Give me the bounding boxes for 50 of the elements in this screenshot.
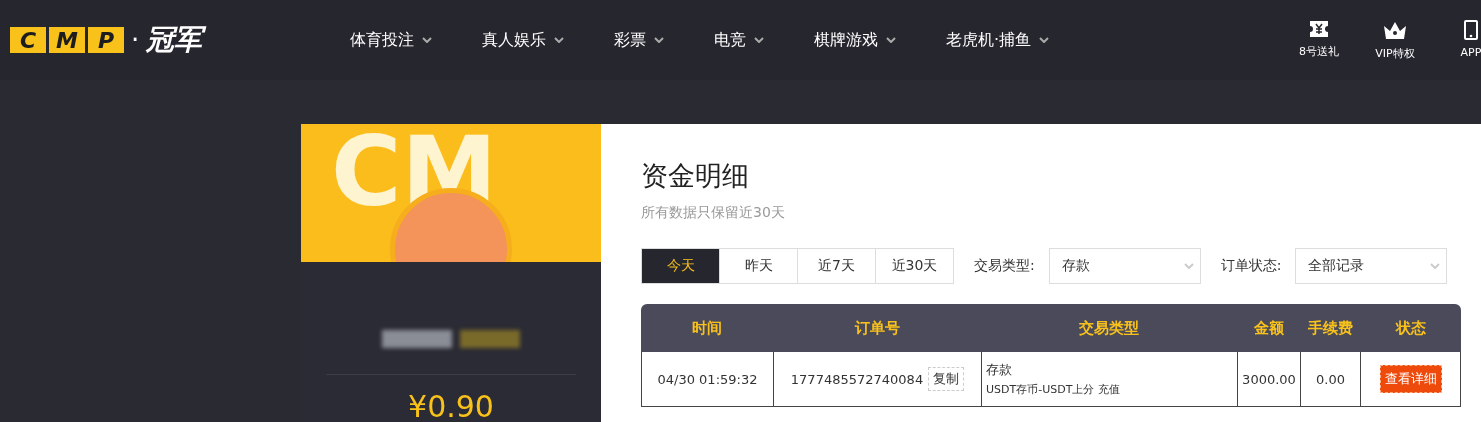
column-header: 交易类型 <box>981 304 1237 352</box>
copy-button[interactable]: 复制 <box>928 367 965 391</box>
chevron-down-icon <box>886 37 896 43</box>
date-tab[interactable]: 近7天 <box>797 248 876 284</box>
table-cell: 0.00 <box>1300 352 1360 407</box>
yen-ticket-icon <box>1309 19 1329 38</box>
filter-select[interactable]: 全部记录 <box>1295 248 1448 284</box>
nav-item[interactable]: 真人娱乐 <box>482 29 614 51</box>
nav-item[interactable]: 电竞 <box>714 29 814 51</box>
chevron-down-icon <box>1039 37 1050 43</box>
nav-item[interactable]: 体育投注 <box>350 29 482 51</box>
date-tab[interactable]: 昨天 <box>719 248 798 284</box>
chevron-down-icon <box>1430 263 1441 269</box>
header-link[interactable]: VIP特权 <box>1371 19 1419 61</box>
column-header: 时间 <box>641 304 773 352</box>
table-cell: 3000.00 <box>1237 352 1300 407</box>
filter-label: 交易类型: <box>974 257 1035 275</box>
header-link[interactable]: APP <box>1447 19 1481 61</box>
chevron-down-icon <box>654 37 664 43</box>
logo-letter: M <box>49 27 85 53</box>
filter-select[interactable]: 存款 <box>1048 248 1201 284</box>
chevron-down-icon <box>754 37 764 43</box>
filter-label: 订单状态: <box>1220 257 1282 275</box>
column-header: 手续费 <box>1300 304 1360 352</box>
blurred-badge <box>460 330 520 348</box>
nav-item[interactable]: 棋牌游戏 <box>814 29 946 51</box>
blurred-username <box>382 330 452 348</box>
chevron-down-icon <box>554 37 564 43</box>
date-tab[interactable]: 近30天 <box>875 248 954 284</box>
order-number: 1777485572740084 <box>790 371 924 387</box>
balance-amount: ¥0.90 <box>408 389 494 422</box>
view-details-button[interactable]: 查看详细 <box>1379 365 1442 393</box>
logo-letter: P <box>88 27 124 53</box>
nav-item[interactable]: 老虎机·捕鱼 <box>946 29 1100 51</box>
date-tab[interactable]: 今天 <box>641 248 720 284</box>
chevron-down-icon <box>422 37 432 43</box>
transaction-detail: USDT存币-USDT上分 充值 <box>986 382 1120 397</box>
transaction-type: 存款 <box>986 361 1013 379</box>
column-header: 金额 <box>1237 304 1300 352</box>
page-subtitle: 所有数据只保留近30天 <box>641 204 786 222</box>
logo-dot: · <box>131 25 140 55</box>
table-cell: 04/30 01:59:32 <box>641 352 773 407</box>
logo-letter: C <box>10 27 46 53</box>
header-link[interactable]: 8号送礼 <box>1295 19 1343 61</box>
column-header: 订单号 <box>773 304 981 352</box>
column-header: 状态 <box>1360 304 1461 352</box>
chevron-down-icon <box>1183 263 1194 269</box>
page-title: 资金明细 <box>641 159 750 193</box>
nav-item[interactable]: 彩票 <box>614 29 714 51</box>
phone-icon <box>1464 19 1478 40</box>
